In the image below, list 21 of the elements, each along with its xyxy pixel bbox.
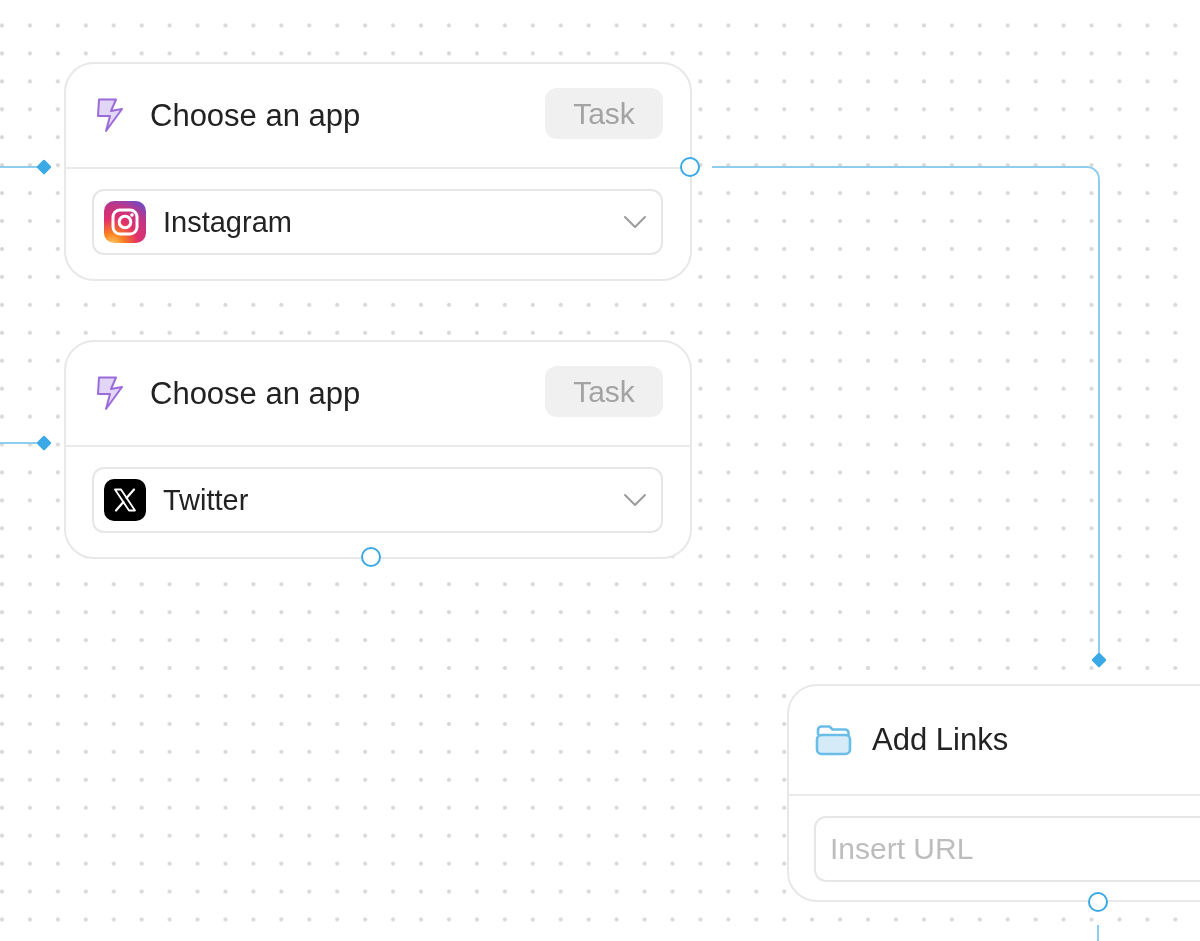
- folder-icon: [815, 724, 852, 756]
- input-port-handle[interactable]: [1091, 652, 1107, 668]
- input-port-handle[interactable]: [36, 435, 52, 451]
- app-select[interactable]: Twitter: [92, 467, 663, 533]
- chevron-down-icon: [623, 215, 647, 229]
- input-port-handle[interactable]: [36, 159, 52, 175]
- url-input-field[interactable]: Insert URL: [814, 816, 1200, 882]
- lightning-bolt-icon: [97, 376, 124, 411]
- connector-line: [0, 442, 40, 444]
- connector-line: [1097, 924, 1099, 941]
- node-title: Choose an app: [150, 97, 361, 134]
- connector-line: [0, 166, 40, 168]
- lightning-bolt-icon: [97, 98, 124, 133]
- node-title: Add Links: [872, 722, 1009, 758]
- chevron-down-icon: [623, 493, 647, 507]
- task-badge: Task: [545, 88, 663, 139]
- app-select[interactable]: Instagram: [92, 189, 663, 255]
- x-logo-icon: [104, 479, 146, 521]
- node-title: Choose an app: [150, 375, 361, 412]
- camera-logo-icon: [104, 201, 146, 243]
- task-badge: Task: [545, 366, 663, 417]
